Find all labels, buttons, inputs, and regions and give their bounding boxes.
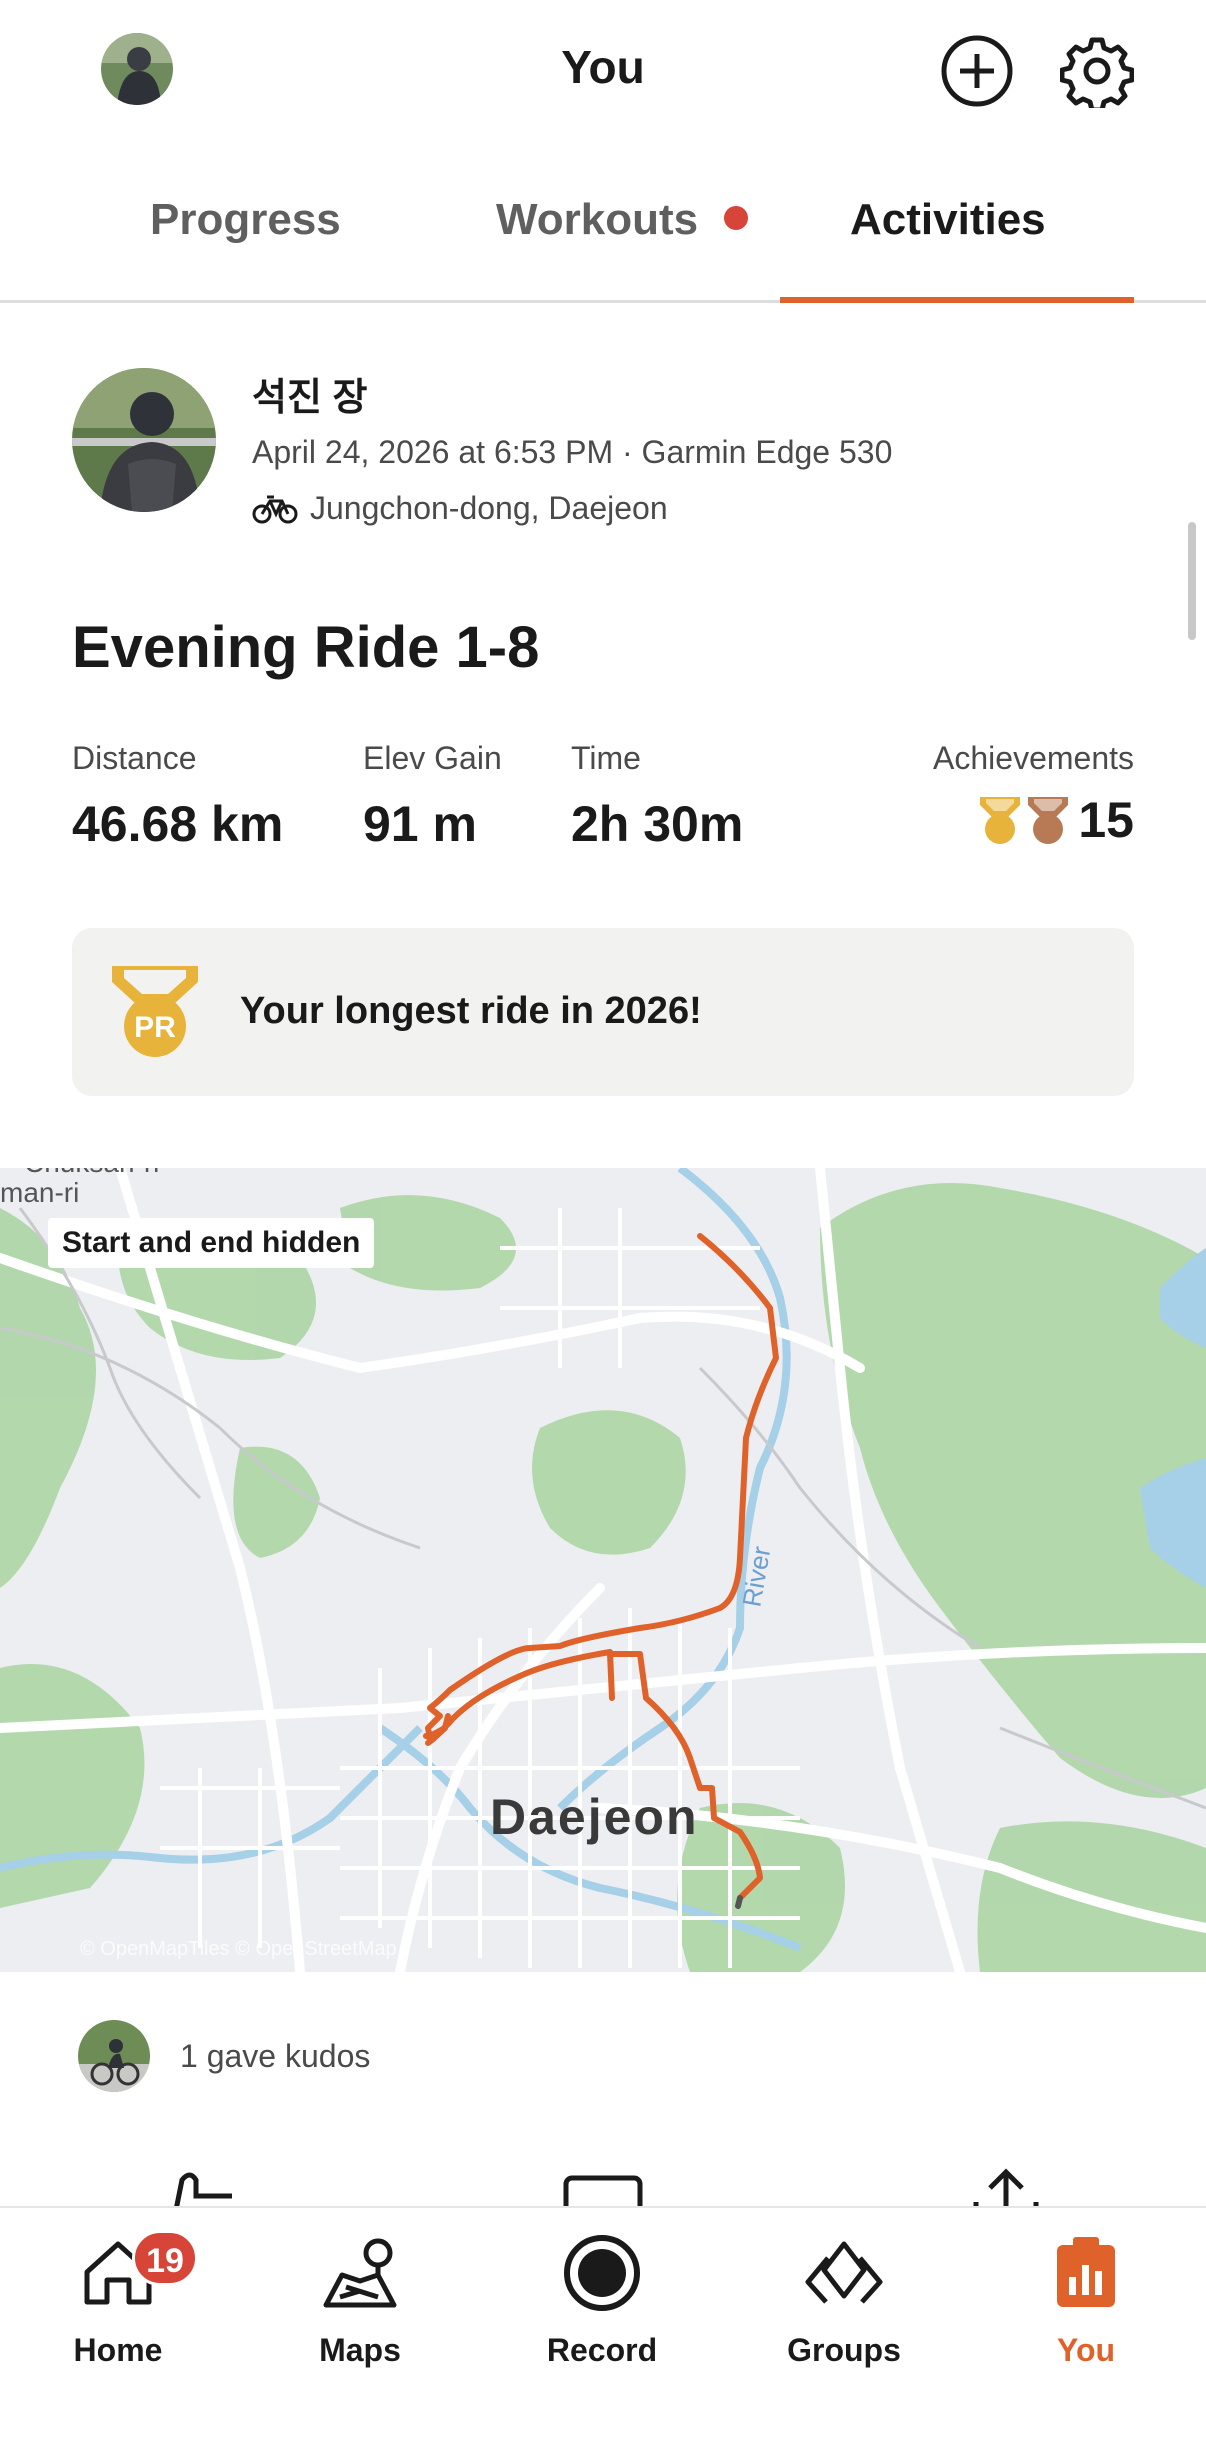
pr-banner[interactable]: PR Your longest ride in 2026! [72, 928, 1134, 1096]
stat-time-label: Time [571, 740, 641, 776]
active-tab-indicator [780, 297, 1134, 303]
nav-maps-label: Maps [319, 2332, 401, 2368]
map-background: Chuksan-ri man-ri River [0, 1168, 1206, 1972]
gold-medal-icon [980, 797, 1021, 844]
action-row [0, 2166, 1206, 2206]
pr-medal-icon: PR [112, 966, 198, 1057]
page-title: You [561, 41, 645, 93]
bronze-medal-icon [1028, 797, 1069, 844]
map-copyright: © OpenMapTiles © OpenStreetMap [80, 1938, 397, 1960]
nav-you-label: You [1056, 2332, 1116, 2368]
you-clipboard-icon [1057, 2237, 1115, 2307]
share-icon[interactable] [973, 2168, 1039, 2206]
kudos-text[interactable]: 1 gave kudos [180, 2038, 370, 2075]
nav-home-label: Home [73, 2332, 163, 2368]
settings-button[interactable] [1060, 34, 1134, 108]
route-map[interactable]: Chuksan-ri man-ri River Start and end hi… [0, 1168, 1206, 1972]
stat-elev-label: Elev Gain [363, 740, 502, 776]
top-header: You [0, 0, 1206, 140]
activity-title[interactable]: Evening Ride 1-8 [72, 614, 539, 681]
bottom-nav: 19 Home Maps Record Groups You [0, 2206, 1206, 2458]
plus-circle-icon [941, 35, 1013, 107]
pr-text: Your longest ride in 2026! [240, 990, 702, 1032]
stat-time-value: 2h 30m [571, 796, 744, 852]
tab-workouts-label: Workouts [496, 195, 699, 244]
athlete-avatar[interactable] [72, 368, 216, 512]
notification-dot [724, 206, 749, 231]
tab-progress[interactable]: Progress [150, 190, 341, 250]
comment-icon[interactable] [563, 2175, 643, 2206]
maps-icon [323, 2238, 397, 2308]
groups-icon [805, 2241, 883, 2304]
activity-meta: April 24, 2026 at 6:53 PM · Garmin Edge … [252, 434, 893, 470]
athlete-name[interactable]: 석진 장 [252, 366, 367, 421]
add-button[interactable] [940, 34, 1014, 108]
nav-groups-label: Groups [787, 2332, 901, 2368]
nav-home[interactable]: 19 Home [18, 2228, 218, 2369]
kudos-avatar[interactable] [78, 2020, 150, 2092]
stat-distance: Distance 46.68 km [72, 740, 283, 853]
nav-maps[interactable]: Maps [260, 2228, 460, 2369]
activity-location: Jungchon-dong, Daejeon [252, 490, 668, 527]
stat-distance-label: Distance [72, 740, 197, 776]
nav-you[interactable]: You [986, 2228, 1186, 2369]
kudos-thumb-icon[interactable] [174, 2172, 232, 2206]
stat-elev-value: 91 m [363, 796, 477, 852]
gear-icon [1060, 37, 1134, 108]
nav-record-label: Record [546, 2332, 658, 2368]
stat-elevation: Elev Gain 91 m [363, 740, 502, 853]
stat-achievements[interactable]: Achievements 15 [933, 740, 1134, 849]
location-text: Jungchon-dong, Daejeon [310, 490, 668, 526]
tab-workouts[interactable]: Workouts [496, 190, 749, 250]
stat-distance-value: 46.68 km [72, 796, 284, 852]
nav-groups[interactable]: Groups [744, 2228, 944, 2369]
tab-bar: Progress Workouts Activities [0, 170, 1206, 303]
bike-icon [252, 495, 298, 523]
map-city-label: Daejeon [490, 1789, 699, 1845]
stat-time: Time 2h 30m [571, 740, 743, 853]
pr-badge-text: PR [134, 1011, 176, 1044]
record-icon [564, 2235, 640, 2311]
nav-record[interactable]: Record [502, 2228, 702, 2369]
start-end-hidden-badge: Start and end hidden [48, 1218, 375, 1268]
stat-achievements-label: Achievements [933, 740, 1134, 776]
scrollbar[interactable] [1188, 522, 1196, 640]
map-area-label-2: man-ri [0, 1177, 79, 1208]
tab-activities[interactable]: Activities [850, 190, 1046, 250]
home-notification-badge: 19 [132, 2230, 198, 2286]
stat-achievements-value: 15 [1078, 792, 1134, 848]
